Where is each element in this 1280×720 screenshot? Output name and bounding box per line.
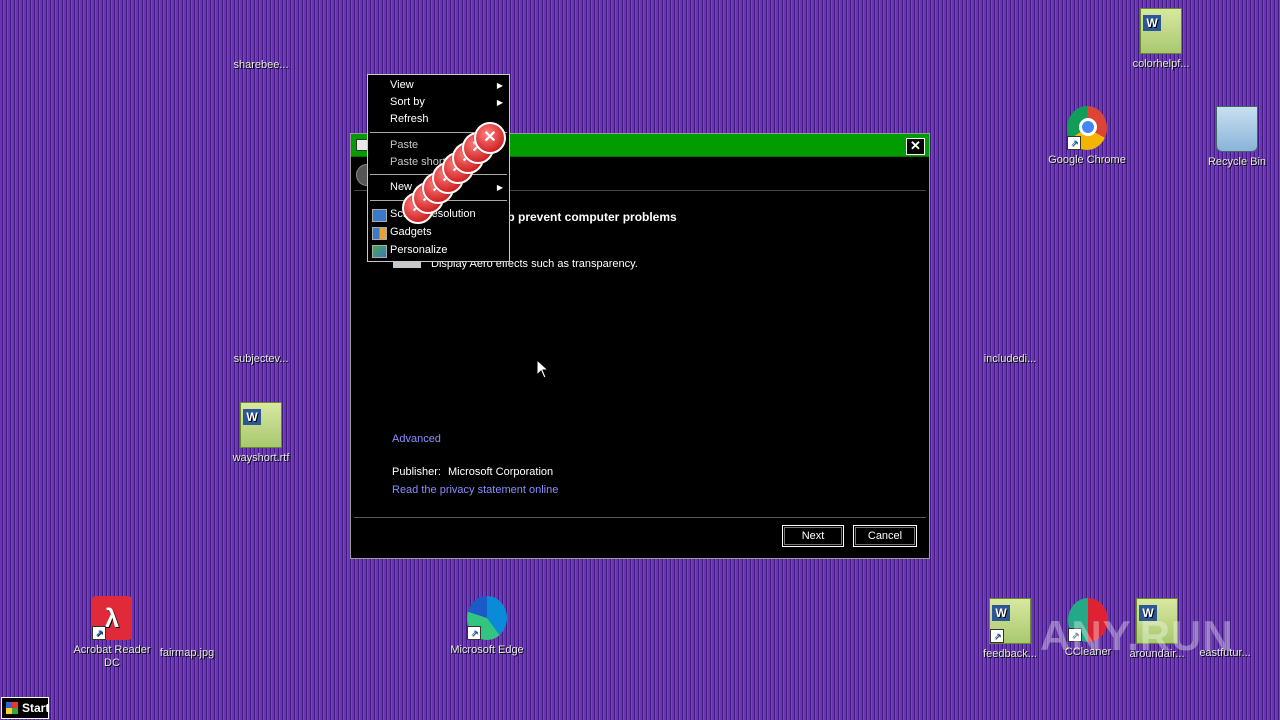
- desktop-icon-chrome[interactable]: ↗ Google Chrome: [1047, 106, 1127, 167]
- menu-item-label: Sort by: [390, 96, 425, 108]
- icon-label: Acrobat Reader DC: [73, 644, 151, 669]
- start-button[interactable]: Start: [1, 697, 49, 719]
- menu-separator: [370, 174, 507, 175]
- icon-label: includedi...: [983, 353, 1037, 365]
- icon-label: subjectev...: [233, 353, 289, 365]
- document-icon: ↗: [989, 598, 1031, 644]
- desktop-icon-recycle-bin[interactable]: Recycle Bin: [1197, 106, 1277, 169]
- shortcut-arrow-icon: ↗: [990, 629, 1004, 643]
- submenu-arrow-icon: ▶: [496, 98, 503, 107]
- menu-item-paste-shortcut[interactable]: Paste shortcut: [368, 154, 509, 171]
- shortcut-arrow-icon: ↗: [1067, 136, 1081, 150]
- desktop-icon-acrobat[interactable]: λ ↗ Acrobat Reader DC: [72, 596, 152, 670]
- gadgets-icon: [372, 227, 387, 240]
- icon-label: Recycle Bin: [1207, 156, 1267, 168]
- shortcut-arrow-icon: ↗: [92, 626, 106, 640]
- document-icon: [240, 402, 282, 448]
- monitor-icon: [372, 209, 387, 222]
- menu-separator: [370, 200, 507, 201]
- menu-item-personalize[interactable]: Personalize: [368, 242, 509, 259]
- document-icon: [1140, 8, 1182, 54]
- menu-item-label: Screen resolution: [390, 208, 476, 220]
- desktop-icon-wayshort[interactable]: wayshort.rtf: [221, 402, 301, 465]
- desktop-icon-subjectev[interactable]: subjectev...: [221, 353, 301, 366]
- advanced-link[interactable]: Advanced: [392, 433, 441, 445]
- menu-item-gadgets[interactable]: Gadgets: [368, 224, 509, 241]
- icon-label: sharebee...: [233, 59, 289, 71]
- menu-item-refresh[interactable]: Refresh: [368, 111, 509, 128]
- acrobat-icon: λ ↗: [92, 596, 132, 640]
- icon-label: wayshort.rtf: [232, 452, 290, 464]
- windows-logo-icon: [6, 702, 18, 714]
- shortcut-arrow-icon: ↗: [467, 626, 481, 640]
- desktop-context-menu: View ▶ Sort by ▶ Refresh Paste Paste sho…: [367, 74, 510, 262]
- icon-label: fairmap.jpg: [159, 647, 215, 659]
- menu-item-label: Paste: [390, 139, 419, 151]
- icon-label: colorhelpf...: [1132, 58, 1190, 70]
- menu-item-new[interactable]: New ▶: [368, 179, 509, 196]
- publisher-label: Publisher:: [392, 466, 441, 478]
- close-button[interactable]: ✕: [906, 138, 925, 155]
- publisher-info: Publisher: Microsoft Corporation: [392, 466, 557, 478]
- desktop-icon-feedback[interactable]: ↗ feedback...: [970, 598, 1050, 661]
- icon-label: Microsoft Edge: [450, 644, 524, 656]
- menu-item-label: Paste shortcut: [390, 156, 461, 168]
- personalize-icon: [372, 245, 387, 258]
- menu-item-label: View: [390, 79, 414, 91]
- start-label: Start: [22, 701, 50, 715]
- desktop-icon-colorhelpf[interactable]: colorhelpf...: [1121, 8, 1201, 71]
- page-title: lp prevent computer problems: [504, 210, 677, 224]
- anyrun-watermark: ANY.RUN: [1040, 612, 1234, 659]
- edge-icon: ↗: [467, 596, 507, 640]
- next-button[interactable]: Next: [782, 525, 844, 547]
- menu-item-view[interactable]: View ▶: [368, 77, 509, 94]
- menu-item-label: Personalize: [390, 244, 448, 256]
- menu-separator: [370, 132, 507, 133]
- publisher-value: Microsoft Corporation: [447, 466, 554, 478]
- menu-item-label: Refresh: [390, 113, 429, 125]
- icon-label: feedback...: [983, 648, 1037, 660]
- chrome-icon: ↗: [1067, 106, 1107, 150]
- desktop-icon-edge[interactable]: ↗ Microsoft Edge: [447, 596, 527, 657]
- menu-item-sort-by[interactable]: Sort by ▶: [368, 94, 509, 111]
- menu-item-screen-resolution[interactable]: Screen resolution: [368, 206, 509, 223]
- desktop-icon-sharebee[interactable]: sharebee...: [221, 59, 301, 72]
- submenu-arrow-icon: ▶: [496, 81, 503, 90]
- recycle-bin-icon: [1216, 106, 1258, 152]
- menu-item-label: Gadgets: [390, 226, 432, 238]
- desktop-icon-includedi[interactable]: includedi...: [970, 353, 1050, 366]
- privacy-link[interactable]: Read the privacy statement online: [392, 484, 558, 496]
- desktop-icon-fairmap[interactable]: fairmap.jpg: [147, 647, 227, 660]
- menu-item-label: New: [390, 181, 413, 193]
- submenu-arrow-icon: ▶: [496, 183, 503, 192]
- cancel-button[interactable]: Cancel: [853, 525, 917, 547]
- menu-item-paste[interactable]: Paste: [368, 137, 509, 154]
- icon-label: Google Chrome: [1048, 154, 1126, 166]
